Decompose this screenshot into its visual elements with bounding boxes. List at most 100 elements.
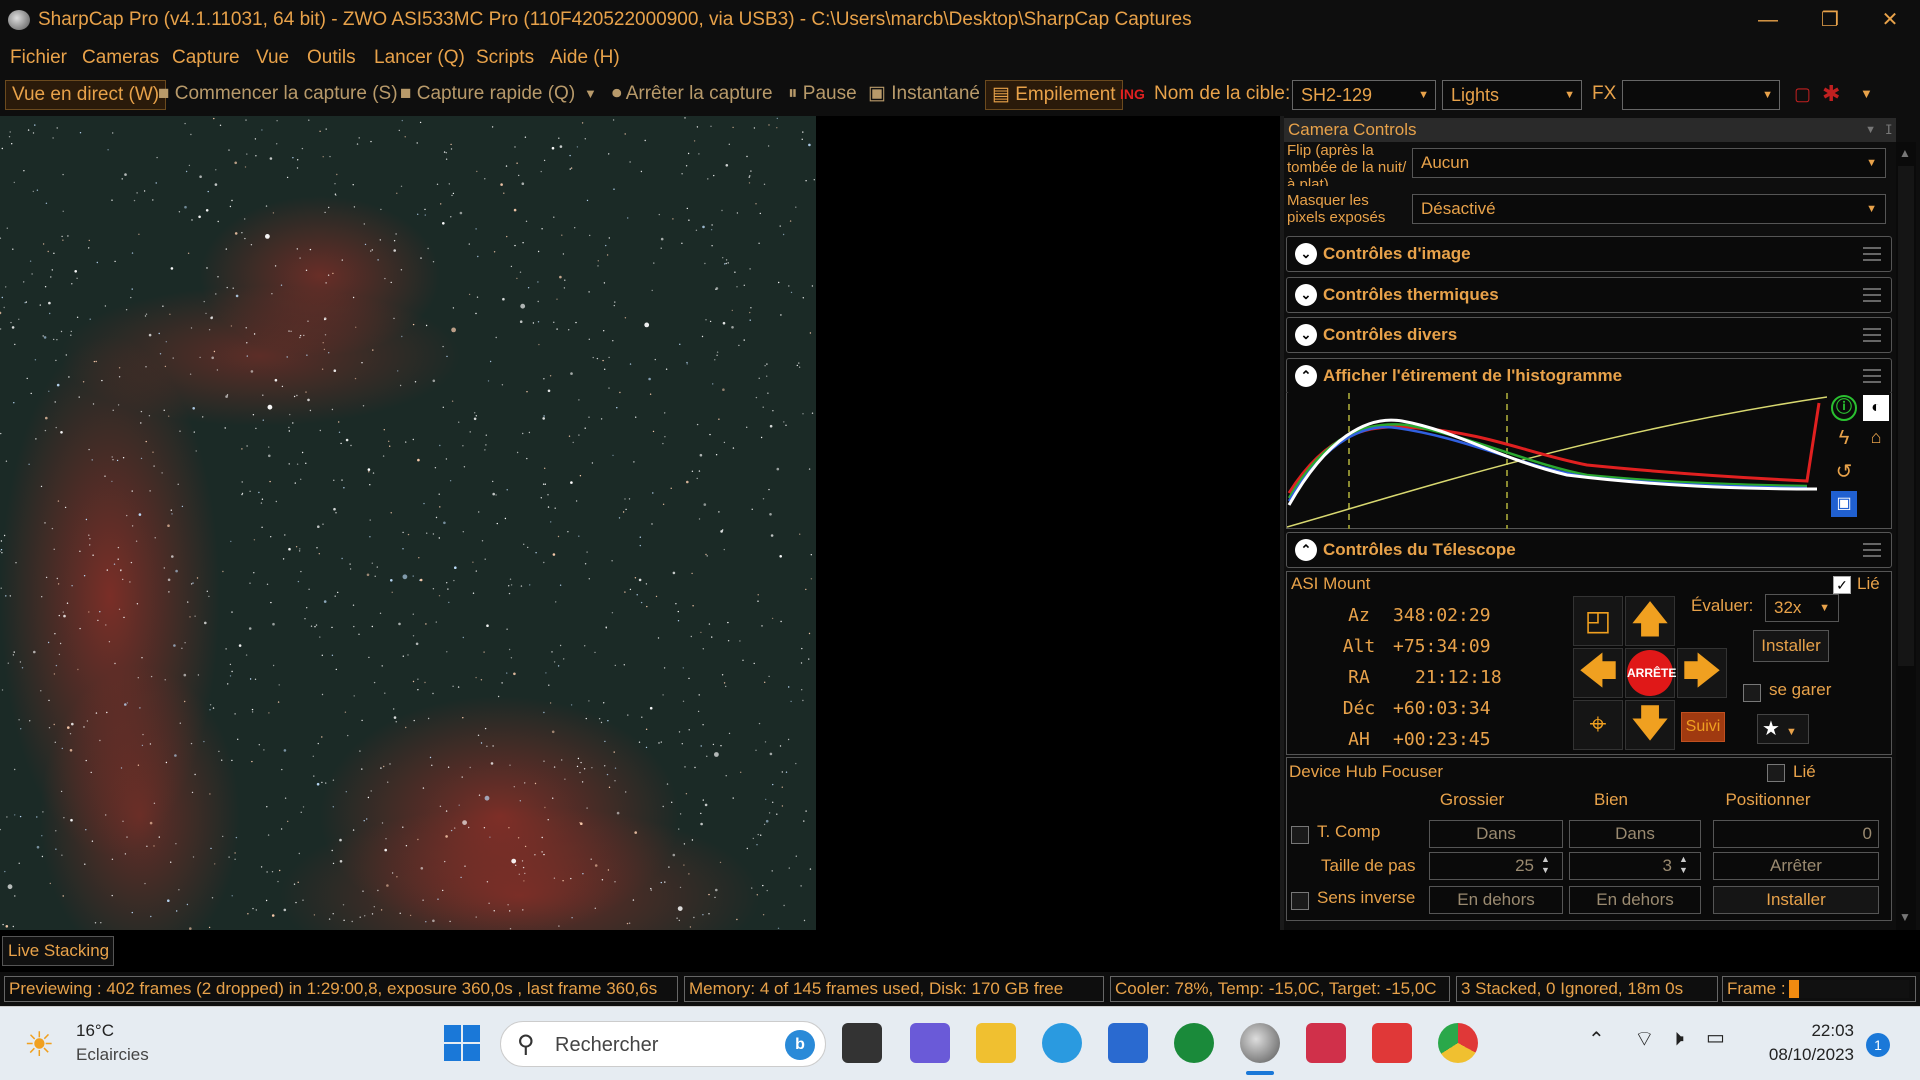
taskbar-search[interactable]: ⚲ Rechercher b [500,1021,826,1067]
save-icon[interactable]: ▣ [1831,491,1857,517]
section-telescope-controls[interactable]: ⌃ Contrôles du Télescope [1286,532,1892,568]
record-square-icon[interactable]: ▢ [1794,80,1811,110]
slew-south-button[interactable]: 🡇 [1625,700,1675,750]
fine-out-button[interactable]: En dehors [1569,886,1701,914]
coarse-in-button[interactable]: Dans [1429,820,1563,848]
notification-badge[interactable]: 1 [1866,1033,1890,1057]
expand-chevron-icon[interactable]: ⌄ [1295,324,1317,346]
menu-scripts[interactable]: Scripts [476,47,534,69]
chrome-browser-icon[interactable] [1438,1023,1478,1063]
menu-hamburger-icon[interactable] [1863,543,1881,557]
battery-icon[interactable]: ▭ [1706,1025,1725,1050]
reverse-checkbox[interactable] [1291,892,1309,910]
live-view-button[interactable]: Vue en direct (W) [5,80,167,110]
menu-vue[interactable]: Vue [256,47,289,69]
astro-app-icon[interactable] [1306,1023,1346,1063]
start-button[interactable] [442,1023,482,1063]
png-format-icon[interactable]: ING [1120,80,1145,110]
sharpcap-taskbar-icon[interactable] [1240,1023,1280,1063]
menu-hamburger-icon[interactable] [1863,369,1881,383]
lock-icon[interactable]: ⌂ [1863,427,1889,453]
target-crosshair-icon[interactable]: ⌖ [1573,700,1623,750]
fine-in-button[interactable]: Dans [1569,820,1701,848]
section-misc-controls[interactable]: ⌄ Contrôles divers [1286,317,1892,353]
menu-cameras[interactable]: Cameras [82,47,159,69]
panel-scrollbar[interactable]: ▲ ▼ [1896,142,1916,930]
reset-icon[interactable]: ↺ [1831,459,1857,485]
quick-capture-dropdown-icon[interactable]: ▼ [584,80,597,110]
phd2-guiding-icon[interactable] [1174,1023,1214,1063]
position-input[interactable]: 0 [1713,820,1879,848]
focuser-stop-button[interactable]: Arrêter [1713,852,1879,880]
show-hidden-icons-icon[interactable]: ⌃ [1588,1027,1605,1052]
crosshair-icon[interactable]: ✱ [1822,80,1840,110]
menu-fichier[interactable]: Fichier [10,47,67,69]
clock-date[interactable]: 08/10/2023 [1754,1045,1854,1065]
edge-browser-icon[interactable] [1042,1023,1082,1063]
stacking-button[interactable]: ▤ Empilement [985,80,1123,110]
coarse-out-button[interactable]: En dehors [1429,886,1563,914]
menu-lancer[interactable]: Lancer (Q) [374,47,465,69]
histogram-graph[interactable] [1287,393,1827,529]
menu-capture[interactable]: Capture [172,47,240,69]
menu-hamburger-icon[interactable] [1863,328,1881,342]
slew-north-button[interactable]: 🡅 [1625,596,1675,646]
slew-west-button[interactable]: 🡄 [1573,648,1623,698]
weather-desc[interactable]: Eclaircies [76,1045,149,1065]
restore-button[interactable]: ❐ [1810,6,1850,34]
live-stacking-tab[interactable]: Live Stacking [2,936,114,966]
rate-select[interactable]: 32x ▼ [1765,594,1839,622]
menu-aide[interactable]: Aide (H) [550,47,620,69]
install-focuser-button[interactable]: Installer [1713,886,1879,914]
install-mount-button[interactable]: Installer [1753,630,1829,662]
task-view-icon[interactable] [842,1023,882,1063]
close-button[interactable]: ✕ [1870,6,1910,34]
expand-chevron-icon[interactable]: ⌄ [1295,284,1317,306]
mask-pixels-select[interactable]: Désactivé ▼ [1412,194,1886,224]
minimize-button[interactable]: — [1748,6,1788,34]
slew-east-button[interactable]: 🡆 [1677,648,1727,698]
flip-select[interactable]: Aucun ▼ [1412,148,1886,178]
weather-icon[interactable]: ☀ [24,1025,64,1065]
pause-button[interactable]: ⏸ Pause [788,80,857,110]
section-image-controls[interactable]: ⌄ Contrôles d'image [1286,236,1892,272]
contrast-icon[interactable]: ◐ [1863,395,1889,421]
toolbar-overflow-icon[interactable]: ▼ [1860,80,1873,110]
chevron-down-icon[interactable]: ▼ [1865,118,1876,142]
quick-capture-button[interactable]: ■ Capture rapide (Q) [400,80,575,110]
mount-linked-checkbox[interactable]: ✓ [1833,576,1851,594]
park-checkbox[interactable] [1743,684,1761,702]
teams-chat-icon[interactable] [910,1023,950,1063]
section-thermal-controls[interactable]: ⌄ Contrôles thermiques [1286,277,1892,313]
stop-capture-button[interactable]: ⏺ Arrêter la capture [612,80,773,110]
power-icon[interactable]: ⓘ [1831,395,1857,421]
menu-hamburger-icon[interactable] [1863,288,1881,302]
star-select[interactable]: ★ ▼ [1757,714,1809,744]
wifi-icon[interactable]: ⌔ [1634,1025,1655,1053]
start-capture-button[interactable]: ■ Commencer la capture (S) [158,80,398,110]
coarse-step-spinner-icon[interactable]: ▲ ▼ [1541,854,1550,876]
goto-icon[interactable]: ◰ [1573,596,1623,646]
focuser-linked-checkbox[interactable] [1767,764,1785,782]
anydesk-icon[interactable] [1372,1023,1412,1063]
expand-chevron-icon[interactable]: ⌄ [1295,243,1317,265]
clock-time[interactable]: 22:03 [1796,1021,1854,1041]
tcomp-checkbox[interactable] [1291,826,1309,844]
section-histogram-stretch[interactable]: ⌃ Afficher l'étirement de l'histogramme [1286,358,1892,394]
scrollbar-thumb[interactable] [1898,166,1914,666]
snapshot-button[interactable]: ▣ Instantané [868,80,980,110]
scroll-up-icon[interactable]: ▲ [1899,146,1911,160]
microsoft-store-icon[interactable] [1108,1023,1148,1063]
fine-step-spinner-icon[interactable]: ▲ ▼ [1679,854,1688,876]
captured-image-nebula-sh2-129[interactable] [0,116,816,930]
frame-type-select[interactable]: Lights ▼ [1442,80,1582,110]
target-name-select[interactable]: SH2-129 ▼ [1292,80,1436,110]
pin-icon[interactable]: ⵊ [1885,118,1892,142]
fx-select[interactable]: ▼ [1622,80,1780,110]
tracking-button[interactable]: Suivi [1681,712,1725,742]
stop-slew-button[interactable]: ARRÊTE [1625,648,1676,698]
weather-temp[interactable]: 16°C [76,1021,114,1041]
menu-outils[interactable]: Outils [307,47,356,69]
collapse-chevron-icon[interactable]: ⌃ [1295,539,1317,561]
scroll-down-icon[interactable]: ▼ [1899,910,1911,924]
